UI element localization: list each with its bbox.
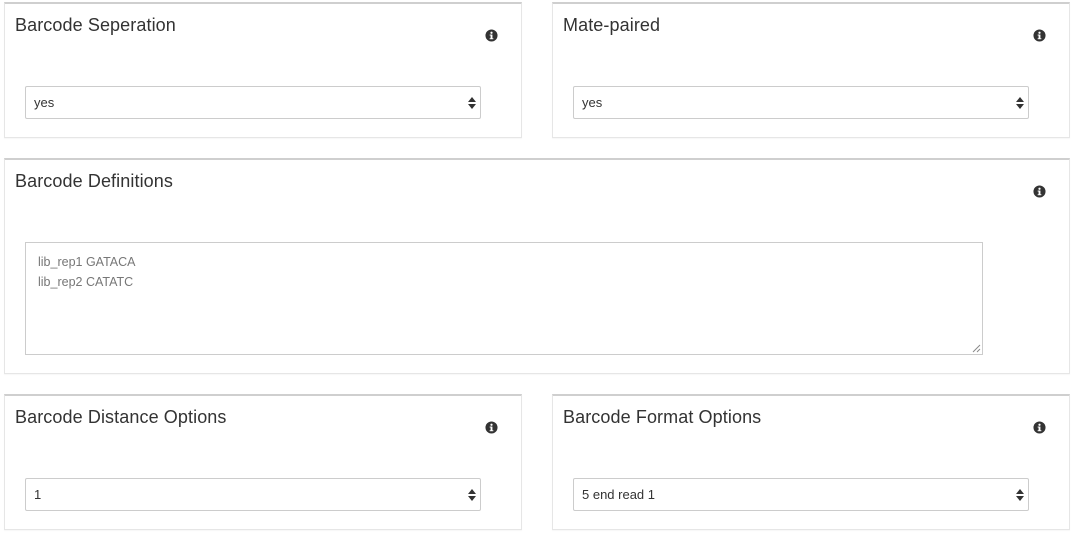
barcode-separation-panel: Barcode Seperation yes <box>4 2 522 138</box>
info-circle-icon[interactable] <box>1033 29 1046 42</box>
select-arrows-icon <box>1016 97 1024 109</box>
select-arrows-icon <box>1016 489 1024 501</box>
barcode-definitions-panel: Barcode Definitions lib_rep1 GATACA lib_… <box>4 158 1070 374</box>
barcode-distance-select[interactable]: 1 <box>25 478 481 511</box>
mate-paired-panel: Mate-paired yes <box>552 2 1070 138</box>
info-circle-icon[interactable] <box>1033 185 1046 198</box>
resize-handle-icon[interactable] <box>972 344 981 353</box>
barcode-separation-title: Barcode Seperation <box>15 15 176 35</box>
textarea-line-2: lib_rep2 CATATC <box>38 275 134 289</box>
barcode-format-title: Barcode Format Options <box>563 407 762 427</box>
barcode-distance-value: 1 <box>34 487 42 502</box>
barcode-distance-title: Barcode Distance Options <box>15 407 227 427</box>
mate-paired-title: Mate-paired <box>563 15 661 35</box>
barcode-separation-value: yes <box>34 95 55 110</box>
barcode-definitions-textarea[interactable]: lib_rep1 GATACA lib_rep2 CATATC <box>25 242 983 355</box>
textarea-line-1: lib_rep1 GATACA <box>38 255 136 269</box>
select-arrows-icon <box>468 489 476 501</box>
barcode-separation-select[interactable]: yes <box>25 86 481 119</box>
info-circle-icon[interactable] <box>1033 421 1046 434</box>
info-circle-icon[interactable] <box>485 29 498 42</box>
select-arrows-icon <box>468 97 476 109</box>
mate-paired-value: yes <box>582 95 603 110</box>
mate-paired-select[interactable]: yes <box>573 86 1029 119</box>
barcode-distance-panel: Barcode Distance Options 1 <box>4 394 522 530</box>
info-circle-icon[interactable] <box>485 421 498 434</box>
barcode-format-select[interactable]: 5 end read 1 <box>573 478 1029 511</box>
barcode-definitions-title: Barcode Definitions <box>15 171 173 191</box>
barcode-format-value: 5 end read 1 <box>582 487 656 502</box>
barcode-format-panel: Barcode Format Options 5 end read 1 <box>552 394 1070 530</box>
